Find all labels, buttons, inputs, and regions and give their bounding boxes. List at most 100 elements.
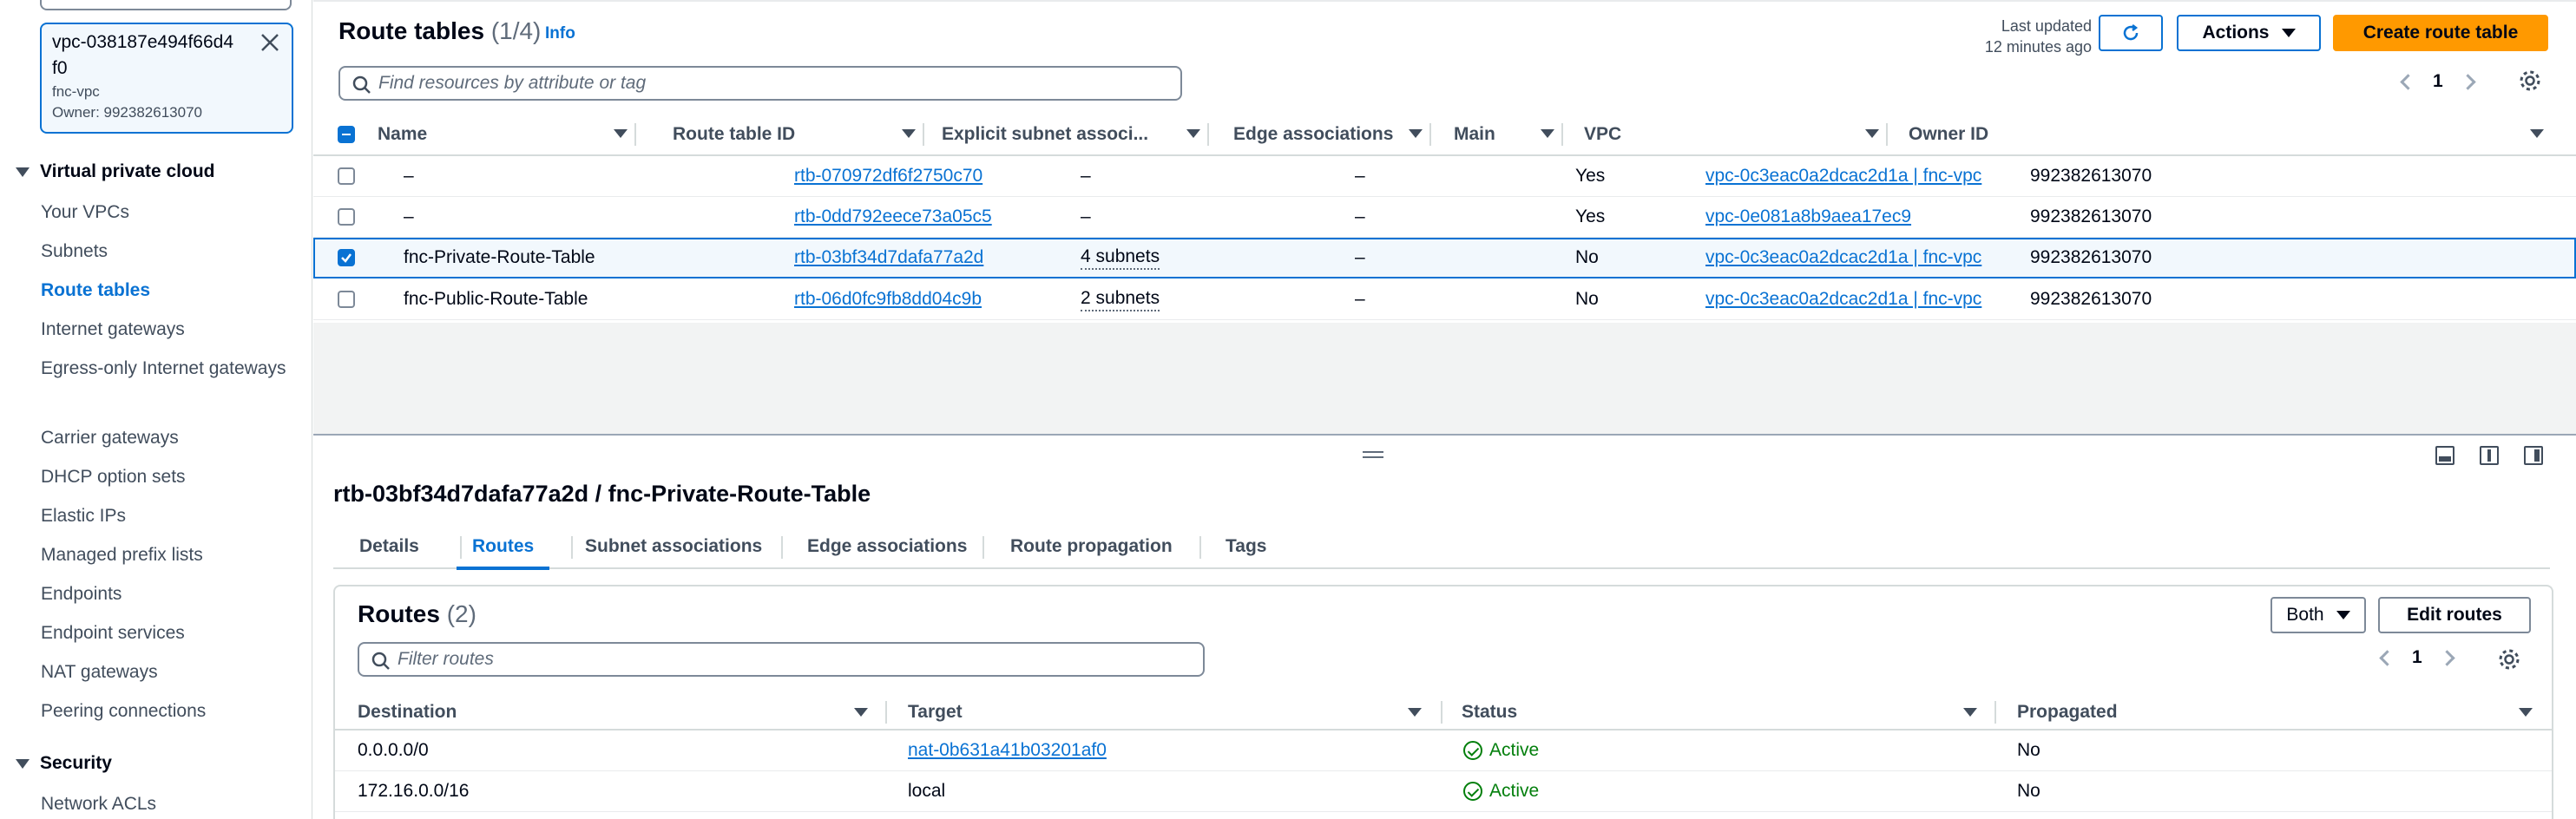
sidebar-item-egress-only-gateways[interactable]: Egress-only Internet gateways — [41, 356, 292, 382]
tab-route-propagation[interactable]: Route propagation — [1010, 526, 1173, 567]
table-row-selected[interactable]: fnc-Private-Route-Table rtb-03bf34d7dafa… — [313, 238, 2576, 278]
row-checkbox[interactable] — [338, 291, 355, 308]
chevron-left-icon[interactable] — [2379, 649, 2395, 666]
tab-routes[interactable]: Routes — [456, 526, 550, 570]
select-all-checkbox[interactable] — [338, 126, 355, 143]
row-owner: 992382613070 — [2030, 289, 2152, 309]
route-target-link[interactable]: nat-0b631a41b03201af0 — [908, 740, 1107, 761]
row-subnets[interactable]: 4 subnets — [1081, 246, 1160, 270]
col-name[interactable]: Name — [378, 115, 636, 154]
sidebar-item-endpoints[interactable]: Endpoints — [41, 581, 292, 607]
col-edge-associations[interactable]: Edge associations — [1209, 115, 1431, 154]
chevron-left-icon[interactable] — [2400, 73, 2416, 90]
create-route-table-button[interactable]: Create route table — [2333, 15, 2548, 51]
split-bottom-icon[interactable] — [2435, 446, 2454, 465]
tab-details[interactable]: Details — [359, 526, 419, 567]
row-checkbox[interactable] — [338, 208, 355, 226]
route-table-id-link[interactable]: rtb-070972df6f2750c70 — [794, 166, 982, 187]
sort-icon — [2530, 129, 2544, 138]
sidebar-item-route-tables[interactable]: Route tables — [41, 278, 292, 304]
tab-edge-associations[interactable]: Edge associations — [807, 526, 967, 567]
vpc-link[interactable]: vpc-0c3eac0a2dcac2d1a | fnc-vpc — [1705, 166, 1981, 187]
col-destination[interactable]: Destination — [358, 696, 457, 729]
row-checkbox[interactable] — [338, 167, 355, 185]
vpc-link[interactable]: vpc-0c3eac0a2dcac2d1a | fnc-vpc — [1705, 289, 1981, 310]
tab-tags[interactable]: Tags — [1226, 526, 1266, 567]
sidebar-item-carrier-gateways[interactable]: Carrier gateways — [41, 425, 292, 451]
col-divider — [1441, 701, 1442, 724]
col-route-table-id[interactable]: Route table ID — [648, 115, 924, 154]
sort-icon — [854, 708, 868, 717]
caret-down-icon — [16, 167, 30, 177]
row-name: fnc-Public-Route-Table — [404, 289, 588, 309]
route-destination: 172.16.0.0/16 — [358, 781, 470, 801]
vpc-link[interactable]: vpc-0e081a8b9aea17ec9 — [1705, 206, 1911, 227]
close-icon[interactable] — [257, 29, 283, 56]
resize-handle-icon[interactable] — [1363, 451, 1383, 458]
table-row[interactable]: – rtb-070972df6f2750c70 – – Yes vpc-0c3e… — [313, 156, 2576, 197]
split-center-icon[interactable] — [2480, 446, 2499, 465]
route-destination: 0.0.0.0/0 — [358, 740, 429, 760]
routes-title: Routes (2) — [358, 600, 476, 628]
col-propagated[interactable]: Propagated — [2017, 696, 2118, 729]
col-explicit-subnet[interactable]: Explicit subnet associ... — [924, 115, 1209, 154]
sort-icon — [902, 129, 916, 138]
status-active: Active — [1463, 740, 1539, 761]
refresh-button[interactable] — [2099, 15, 2163, 51]
row-main: No — [1575, 289, 1599, 309]
search-input[interactable]: Find resources by attribute or tag — [338, 66, 1182, 101]
sidebar-item-network-acls[interactable]: Network ACLs — [41, 791, 292, 817]
vpc-link[interactable]: vpc-0c3eac0a2dcac2d1a | fnc-vpc — [1705, 247, 1981, 268]
row-subnets[interactable]: 2 subnets — [1081, 287, 1160, 311]
sidebar-item-nat-gateways[interactable]: NAT gateways — [41, 659, 292, 685]
col-status[interactable]: Status — [1462, 696, 1517, 729]
sort-icon — [1408, 708, 1422, 717]
routes-page-number[interactable]: 1 — [2412, 647, 2422, 668]
routes-pagination: 1 — [2379, 647, 2455, 668]
page-number[interactable]: 1 — [2433, 71, 2443, 92]
route-table-id-link[interactable]: rtb-06d0fc9fb8dd04c9b — [794, 289, 982, 310]
row-edge: – — [1355, 247, 1365, 267]
settings-gear-icon[interactable] — [2519, 69, 2541, 92]
route-row: 0.0.0.0/0 nat-0b631a41b03201af0 Active N… — [335, 731, 2552, 771]
edit-routes-button[interactable]: Edit routes — [2378, 597, 2531, 633]
split-panel-divider[interactable] — [313, 434, 2576, 436]
sidebar-item-subnets[interactable]: Subnets — [41, 239, 292, 265]
sidebar-item-your-vpcs[interactable]: Your VPCs — [41, 200, 292, 226]
col-owner-id[interactable]: Owner ID — [1888, 115, 2558, 154]
row-name: – — [404, 166, 414, 186]
route-target: local — [908, 781, 946, 801]
col-target[interactable]: Target — [908, 696, 963, 729]
table-row[interactable]: fnc-Public-Route-Table rtb-06d0fc9fb8dd0… — [313, 279, 2576, 320]
row-owner: 992382613070 — [2030, 166, 2152, 186]
row-checkbox[interactable] — [338, 249, 355, 266]
sidebar-item-elastic-ips[interactable]: Elastic IPs — [41, 503, 292, 529]
col-vpc[interactable]: VPC — [1563, 115, 1888, 154]
filter-routes-input[interactable]: Filter routes — [358, 642, 1205, 677]
route-filter-dropdown[interactable]: Both — [2270, 597, 2366, 633]
tab-divider — [781, 536, 783, 559]
status-text: Active — [1489, 781, 1540, 801]
route-table-id-link[interactable]: rtb-03bf34d7dafa77a2d — [794, 247, 983, 268]
nav-section-vpc[interactable]: Virtual private cloud — [16, 161, 215, 182]
nav-section-security[interactable]: Security — [16, 753, 112, 774]
sidebar-item-internet-gateways[interactable]: Internet gateways — [41, 317, 292, 343]
actions-dropdown[interactable]: Actions — [2177, 15, 2321, 51]
col-main-label: Main — [1454, 124, 1495, 144]
sidebar-item-endpoint-services[interactable]: Endpoint services — [41, 620, 292, 646]
route-table-id-link[interactable]: rtb-0dd792eece73a05c5 — [794, 206, 992, 227]
row-main: Yes — [1575, 206, 1606, 226]
table-row[interactable]: – rtb-0dd792eece73a05c5 – – Yes vpc-0e08… — [313, 197, 2576, 238]
sidebar-filter-input[interactable] — [40, 0, 292, 10]
chevron-right-icon[interactable] — [2438, 649, 2455, 666]
tab-divider — [571, 536, 573, 559]
sidebar-item-peering-connections[interactable]: Peering connections — [41, 698, 292, 724]
split-side-icon[interactable] — [2524, 446, 2543, 465]
info-link[interactable]: Info — [545, 24, 575, 43]
tab-subnet-associations[interactable]: Subnet associations — [585, 526, 762, 567]
sidebar-item-dhcp-option-sets[interactable]: DHCP option sets — [41, 464, 292, 490]
sidebar-item-managed-prefix-lists[interactable]: Managed prefix lists — [41, 542, 292, 568]
chevron-right-icon[interactable] — [2459, 73, 2476, 90]
routes-settings-gear-icon[interactable] — [2498, 648, 2520, 671]
col-main[interactable]: Main — [1431, 115, 1563, 154]
